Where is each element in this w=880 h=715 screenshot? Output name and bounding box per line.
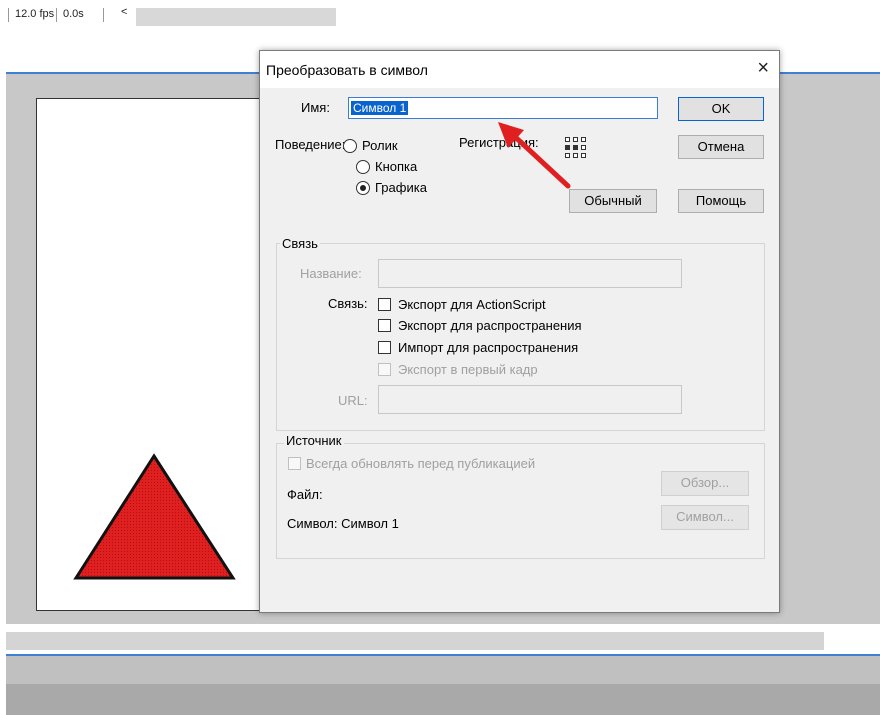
export-actionscript-label: Экспорт для ActionScript xyxy=(398,297,546,312)
scroll-left-icon[interactable]: < xyxy=(121,6,127,18)
name-label: Имя: xyxy=(301,100,330,115)
name-value: Символ 1 xyxy=(351,101,409,115)
url-field xyxy=(378,385,682,414)
dialog-title: Преобразовать в символ xyxy=(266,62,428,78)
symbol-button: Символ... xyxy=(661,505,749,530)
toolbar-divider xyxy=(8,8,9,22)
cancel-button[interactable]: Отмена xyxy=(678,135,764,159)
always-update-checkbox xyxy=(288,457,301,470)
source-group-title: Источник xyxy=(284,433,344,448)
export-first-frame-checkbox xyxy=(378,363,391,376)
radio-graphic[interactable] xyxy=(356,181,370,195)
export-sharing-label: Экспорт для распространения xyxy=(398,318,582,333)
file-label: Файл: xyxy=(287,487,323,502)
radio-selected-dot xyxy=(360,185,366,191)
linkage-name-label: Название: xyxy=(300,266,362,281)
linkage-group-title: Связь xyxy=(280,236,320,251)
source-symbol-label: Символ: Символ 1 xyxy=(287,516,399,531)
url-label: URL: xyxy=(338,393,368,408)
horizontal-scrollbar[interactable] xyxy=(6,632,824,650)
export-first-frame-label: Экспорт в первый кадр xyxy=(398,362,538,377)
timeline-scrollbar[interactable] xyxy=(136,8,336,26)
panel-band xyxy=(6,684,880,715)
triangle-shape[interactable] xyxy=(73,452,237,582)
linkage-name-field xyxy=(378,259,682,288)
toolbar-divider xyxy=(103,8,104,22)
always-update-label: Всегда обновлять перед публикацией xyxy=(306,456,536,471)
help-button[interactable]: Помощь xyxy=(678,189,764,213)
time-readout: 0.0s xyxy=(63,8,84,20)
toolbar-divider xyxy=(56,8,57,22)
radio-button[interactable] xyxy=(356,160,370,174)
timeline-toolbar: 12.0 fps 0.0s < xyxy=(0,0,880,30)
linkage-label: Связь: xyxy=(328,296,368,311)
behavior-movie-label: Ролик xyxy=(362,138,398,153)
import-sharing-checkbox[interactable] xyxy=(378,341,391,354)
browse-button: Обзор... xyxy=(661,471,749,496)
export-actionscript-checkbox[interactable] xyxy=(378,298,391,311)
ok-button[interactable]: OK xyxy=(678,97,764,121)
behavior-label: Поведение: xyxy=(275,137,346,152)
import-sharing-label: Импорт для распространения xyxy=(398,340,579,355)
fps-readout: 12.0 fps xyxy=(15,8,55,20)
export-sharing-checkbox[interactable] xyxy=(378,319,391,332)
dialog-titlebar[interactable]: Преобразовать в символ × xyxy=(260,51,779,88)
annotation-arrow-icon xyxy=(498,122,571,189)
properties-panel xyxy=(6,654,880,715)
behavior-graphic-label: Графика xyxy=(375,180,427,195)
radio-movie[interactable] xyxy=(343,139,357,153)
behavior-button-label: Кнопка xyxy=(375,159,418,174)
close-icon[interactable]: × xyxy=(757,57,769,80)
